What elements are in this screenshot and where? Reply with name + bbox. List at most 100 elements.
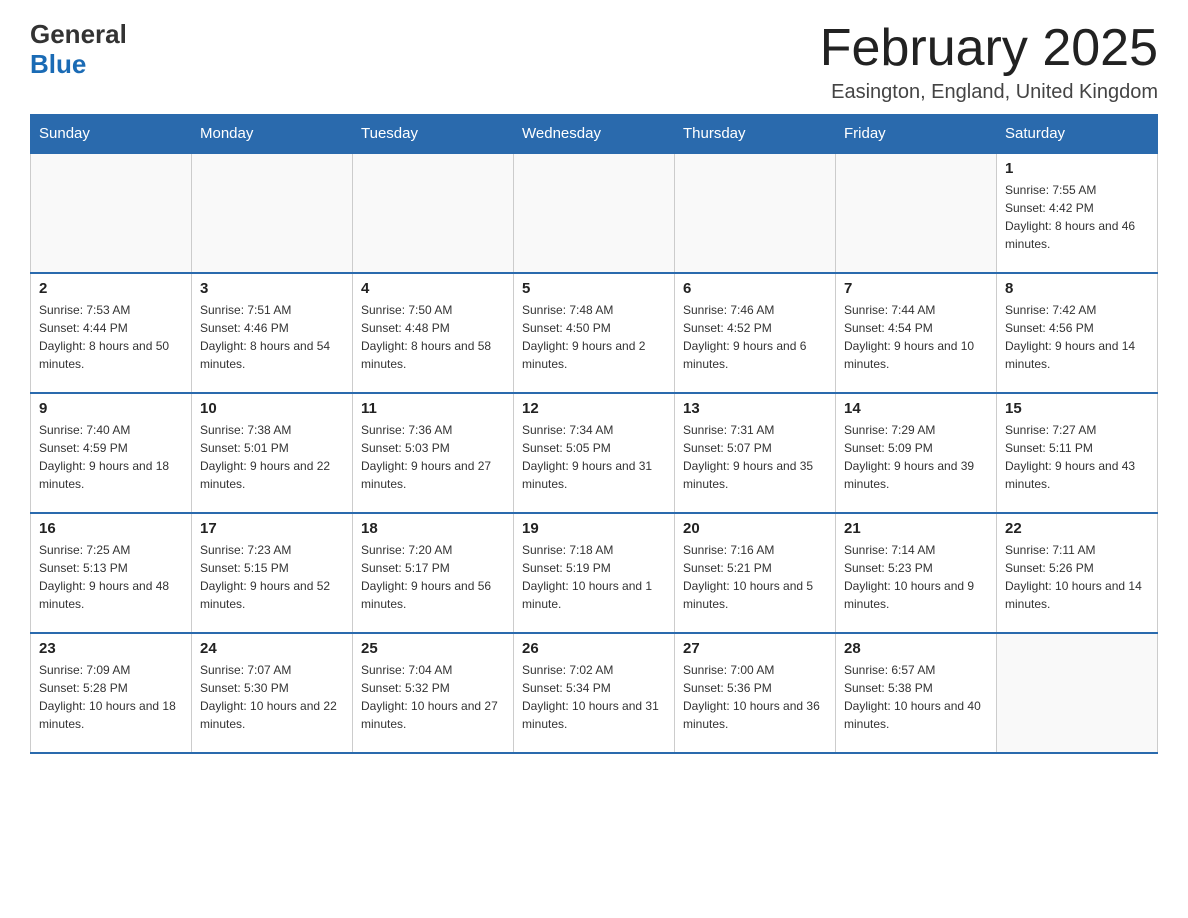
sunset-text: Sunset: 4:56 PM: [1005, 319, 1149, 337]
calendar-cell: 4 Sunrise: 7:50 AMSunset: 4:48 PMDaylight…: [353, 273, 514, 393]
calendar-cell: 16Sunrise: 7:25 AMSunset: 5:13 PMDayligh…: [31, 513, 192, 633]
sunset-text: Sunset: 5:21 PM: [683, 559, 827, 577]
day-number: 16: [39, 520, 183, 537]
day-info: Sunrise: 7:46 AMSunset: 4:52 PMDaylight:…: [683, 301, 827, 373]
daylight-text: Daylight: 8 hours and 46 minutes.: [1005, 217, 1149, 253]
daylight-text: Daylight: 9 hours and 39 minutes.: [844, 457, 988, 493]
daylight-text: Daylight: 9 hours and 31 minutes.: [522, 457, 666, 493]
sunset-text: Sunset: 4:48 PM: [361, 319, 505, 337]
weekday-header-saturday: Saturday: [997, 115, 1158, 154]
sunset-text: Sunset: 5:38 PM: [844, 679, 988, 697]
calendar-cell: 7Sunrise: 7:44 AMSunset: 4:54 PMDaylight…: [836, 273, 997, 393]
calendar-cell: 23Sunrise: 7:09 AMSunset: 5:28 PMDayligh…: [31, 633, 192, 753]
day-number: 25: [361, 640, 505, 657]
day-info: Sunrise: 7:00 AMSunset: 5:36 PMDaylight:…: [683, 661, 827, 733]
calendar-cell: 6Sunrise: 7:46 AMSunset: 4:52 PMDaylight…: [675, 273, 836, 393]
sunset-text: Sunset: 5:03 PM: [361, 439, 505, 457]
logo-blue: Blue: [30, 50, 127, 80]
daylight-text: Daylight: 10 hours and 18 minutes.: [39, 697, 183, 733]
weekday-header-monday: Monday: [192, 115, 353, 154]
sunset-text: Sunset: 5:32 PM: [361, 679, 505, 697]
sunrise-text: Sunrise: 7:31 AM: [683, 421, 827, 439]
daylight-text: Daylight: 10 hours and 40 minutes.: [844, 697, 988, 733]
calendar-cell: 13Sunrise: 7:31 AMSunset: 5:07 PMDayligh…: [675, 393, 836, 513]
day-info: Sunrise: 7:48 AMSunset: 4:50 PMDaylight:…: [522, 301, 666, 373]
day-number: 3: [200, 280, 344, 297]
sunset-text: Sunset: 5:05 PM: [522, 439, 666, 457]
sunset-text: Sunset: 4:42 PM: [1005, 199, 1149, 217]
day-number: 4: [361, 280, 505, 297]
calendar-cell: 18Sunrise: 7:20 AMSunset: 5:17 PMDayligh…: [353, 513, 514, 633]
day-number: 15: [1005, 400, 1149, 417]
sunset-text: Sunset: 4:52 PM: [683, 319, 827, 337]
day-number: 10: [200, 400, 344, 417]
daylight-text: Daylight: 8 hours and 58 minutes.: [361, 337, 505, 373]
daylight-text: Daylight: 10 hours and 36 minutes.: [683, 697, 827, 733]
title-block: February 2025 Easington, England, United…: [820, 20, 1158, 104]
day-info: Sunrise: 7:02 AMSunset: 5:34 PMDaylight:…: [522, 661, 666, 733]
daylight-text: Daylight: 9 hours and 18 minutes.: [39, 457, 183, 493]
sunrise-text: Sunrise: 7:50 AM: [361, 301, 505, 319]
logo-general: General: [30, 20, 127, 50]
calendar-week-row: 2Sunrise: 7:53 AMSunset: 4:44 PMDaylight…: [31, 273, 1158, 393]
calendar-cell: [836, 153, 997, 273]
day-info: Sunrise: 7:42 AMSunset: 4:56 PMDaylight:…: [1005, 301, 1149, 373]
sunrise-text: Sunrise: 7:46 AM: [683, 301, 827, 319]
sunset-text: Sunset: 4:46 PM: [200, 319, 344, 337]
day-number: 9: [39, 400, 183, 417]
day-info: Sunrise: 7:50 AMSunset: 4:48 PMDaylight:…: [361, 301, 505, 373]
sunset-text: Sunset: 5:01 PM: [200, 439, 344, 457]
sunrise-text: Sunrise: 7:36 AM: [361, 421, 505, 439]
calendar-week-row: 23Sunrise: 7:09 AMSunset: 5:28 PMDayligh…: [31, 633, 1158, 753]
sunrise-text: Sunrise: 7:23 AM: [200, 541, 344, 559]
day-number: 23: [39, 640, 183, 657]
day-number: 13: [683, 400, 827, 417]
sunset-text: Sunset: 5:17 PM: [361, 559, 505, 577]
sunrise-text: Sunrise: 7:42 AM: [1005, 301, 1149, 319]
sunset-text: Sunset: 5:13 PM: [39, 559, 183, 577]
sunrise-text: Sunrise: 7:29 AM: [844, 421, 988, 439]
calendar-cell: 5Sunrise: 7:48 AMSunset: 4:50 PMDaylight…: [514, 273, 675, 393]
sunrise-text: Sunrise: 7:55 AM: [1005, 181, 1149, 199]
day-info: Sunrise: 7:36 AMSunset: 5:03 PMDaylight:…: [361, 421, 505, 493]
daylight-text: Daylight: 10 hours and 27 minutes.: [361, 697, 505, 733]
calendar-cell: [31, 153, 192, 273]
logo: General Blue: [30, 20, 127, 80]
weekday-header-thursday: Thursday: [675, 115, 836, 154]
day-info: Sunrise: 7:27 AMSunset: 5:11 PMDaylight:…: [1005, 421, 1149, 493]
calendar-cell: 2Sunrise: 7:53 AMSunset: 4:44 PMDaylight…: [31, 273, 192, 393]
sunrise-text: Sunrise: 7:02 AM: [522, 661, 666, 679]
weekday-header-wednesday: Wednesday: [514, 115, 675, 154]
daylight-text: Daylight: 9 hours and 27 minutes.: [361, 457, 505, 493]
day-number: 28: [844, 640, 988, 657]
daylight-text: Daylight: 9 hours and 43 minutes.: [1005, 457, 1149, 493]
weekday-header-row: SundayMondayTuesdayWednesdayThursdayFrid…: [31, 115, 1158, 154]
sunset-text: Sunset: 5:09 PM: [844, 439, 988, 457]
daylight-text: Daylight: 10 hours and 22 minutes.: [200, 697, 344, 733]
day-number: 21: [844, 520, 988, 537]
calendar-cell: 11 Sunrise: 7:36 AMSunset: 5:03 PMDayligh…: [353, 393, 514, 513]
calendar-cell: [997, 633, 1158, 753]
sunset-text: Sunset: 5:11 PM: [1005, 439, 1149, 457]
sunrise-text: Sunrise: 7:07 AM: [200, 661, 344, 679]
daylight-text: Daylight: 10 hours and 31 minutes.: [522, 697, 666, 733]
daylight-text: Daylight: 9 hours and 22 minutes.: [200, 457, 344, 493]
day-info: Sunrise: 7:44 AMSunset: 4:54 PMDaylight:…: [844, 301, 988, 373]
sunset-text: Sunset: 5:23 PM: [844, 559, 988, 577]
calendar-cell: 8Sunrise: 7:42 AMSunset: 4:56 PMDaylight…: [997, 273, 1158, 393]
day-info: Sunrise: 7:51 AMSunset: 4:46 PMDaylight:…: [200, 301, 344, 373]
sunrise-text: Sunrise: 7:18 AM: [522, 541, 666, 559]
sunset-text: Sunset: 5:15 PM: [200, 559, 344, 577]
calendar-cell: 1Sunrise: 7:55 AMSunset: 4:42 PMDaylight…: [997, 153, 1158, 273]
day-info: Sunrise: 7:11 AMSunset: 5:26 PMDaylight:…: [1005, 541, 1149, 613]
day-number: 22: [1005, 520, 1149, 537]
day-number: 12: [522, 400, 666, 417]
day-info: Sunrise: 7:23 AMSunset: 5:15 PMDaylight:…: [200, 541, 344, 613]
day-number: 11: [361, 400, 505, 417]
sunrise-text: Sunrise: 7:51 AM: [200, 301, 344, 319]
sunrise-text: Sunrise: 7:20 AM: [361, 541, 505, 559]
calendar-cell: 12Sunrise: 7:34 AMSunset: 5:05 PMDayligh…: [514, 393, 675, 513]
daylight-text: Daylight: 9 hours and 10 minutes.: [844, 337, 988, 373]
day-number: 19: [522, 520, 666, 537]
day-number: 18: [361, 520, 505, 537]
